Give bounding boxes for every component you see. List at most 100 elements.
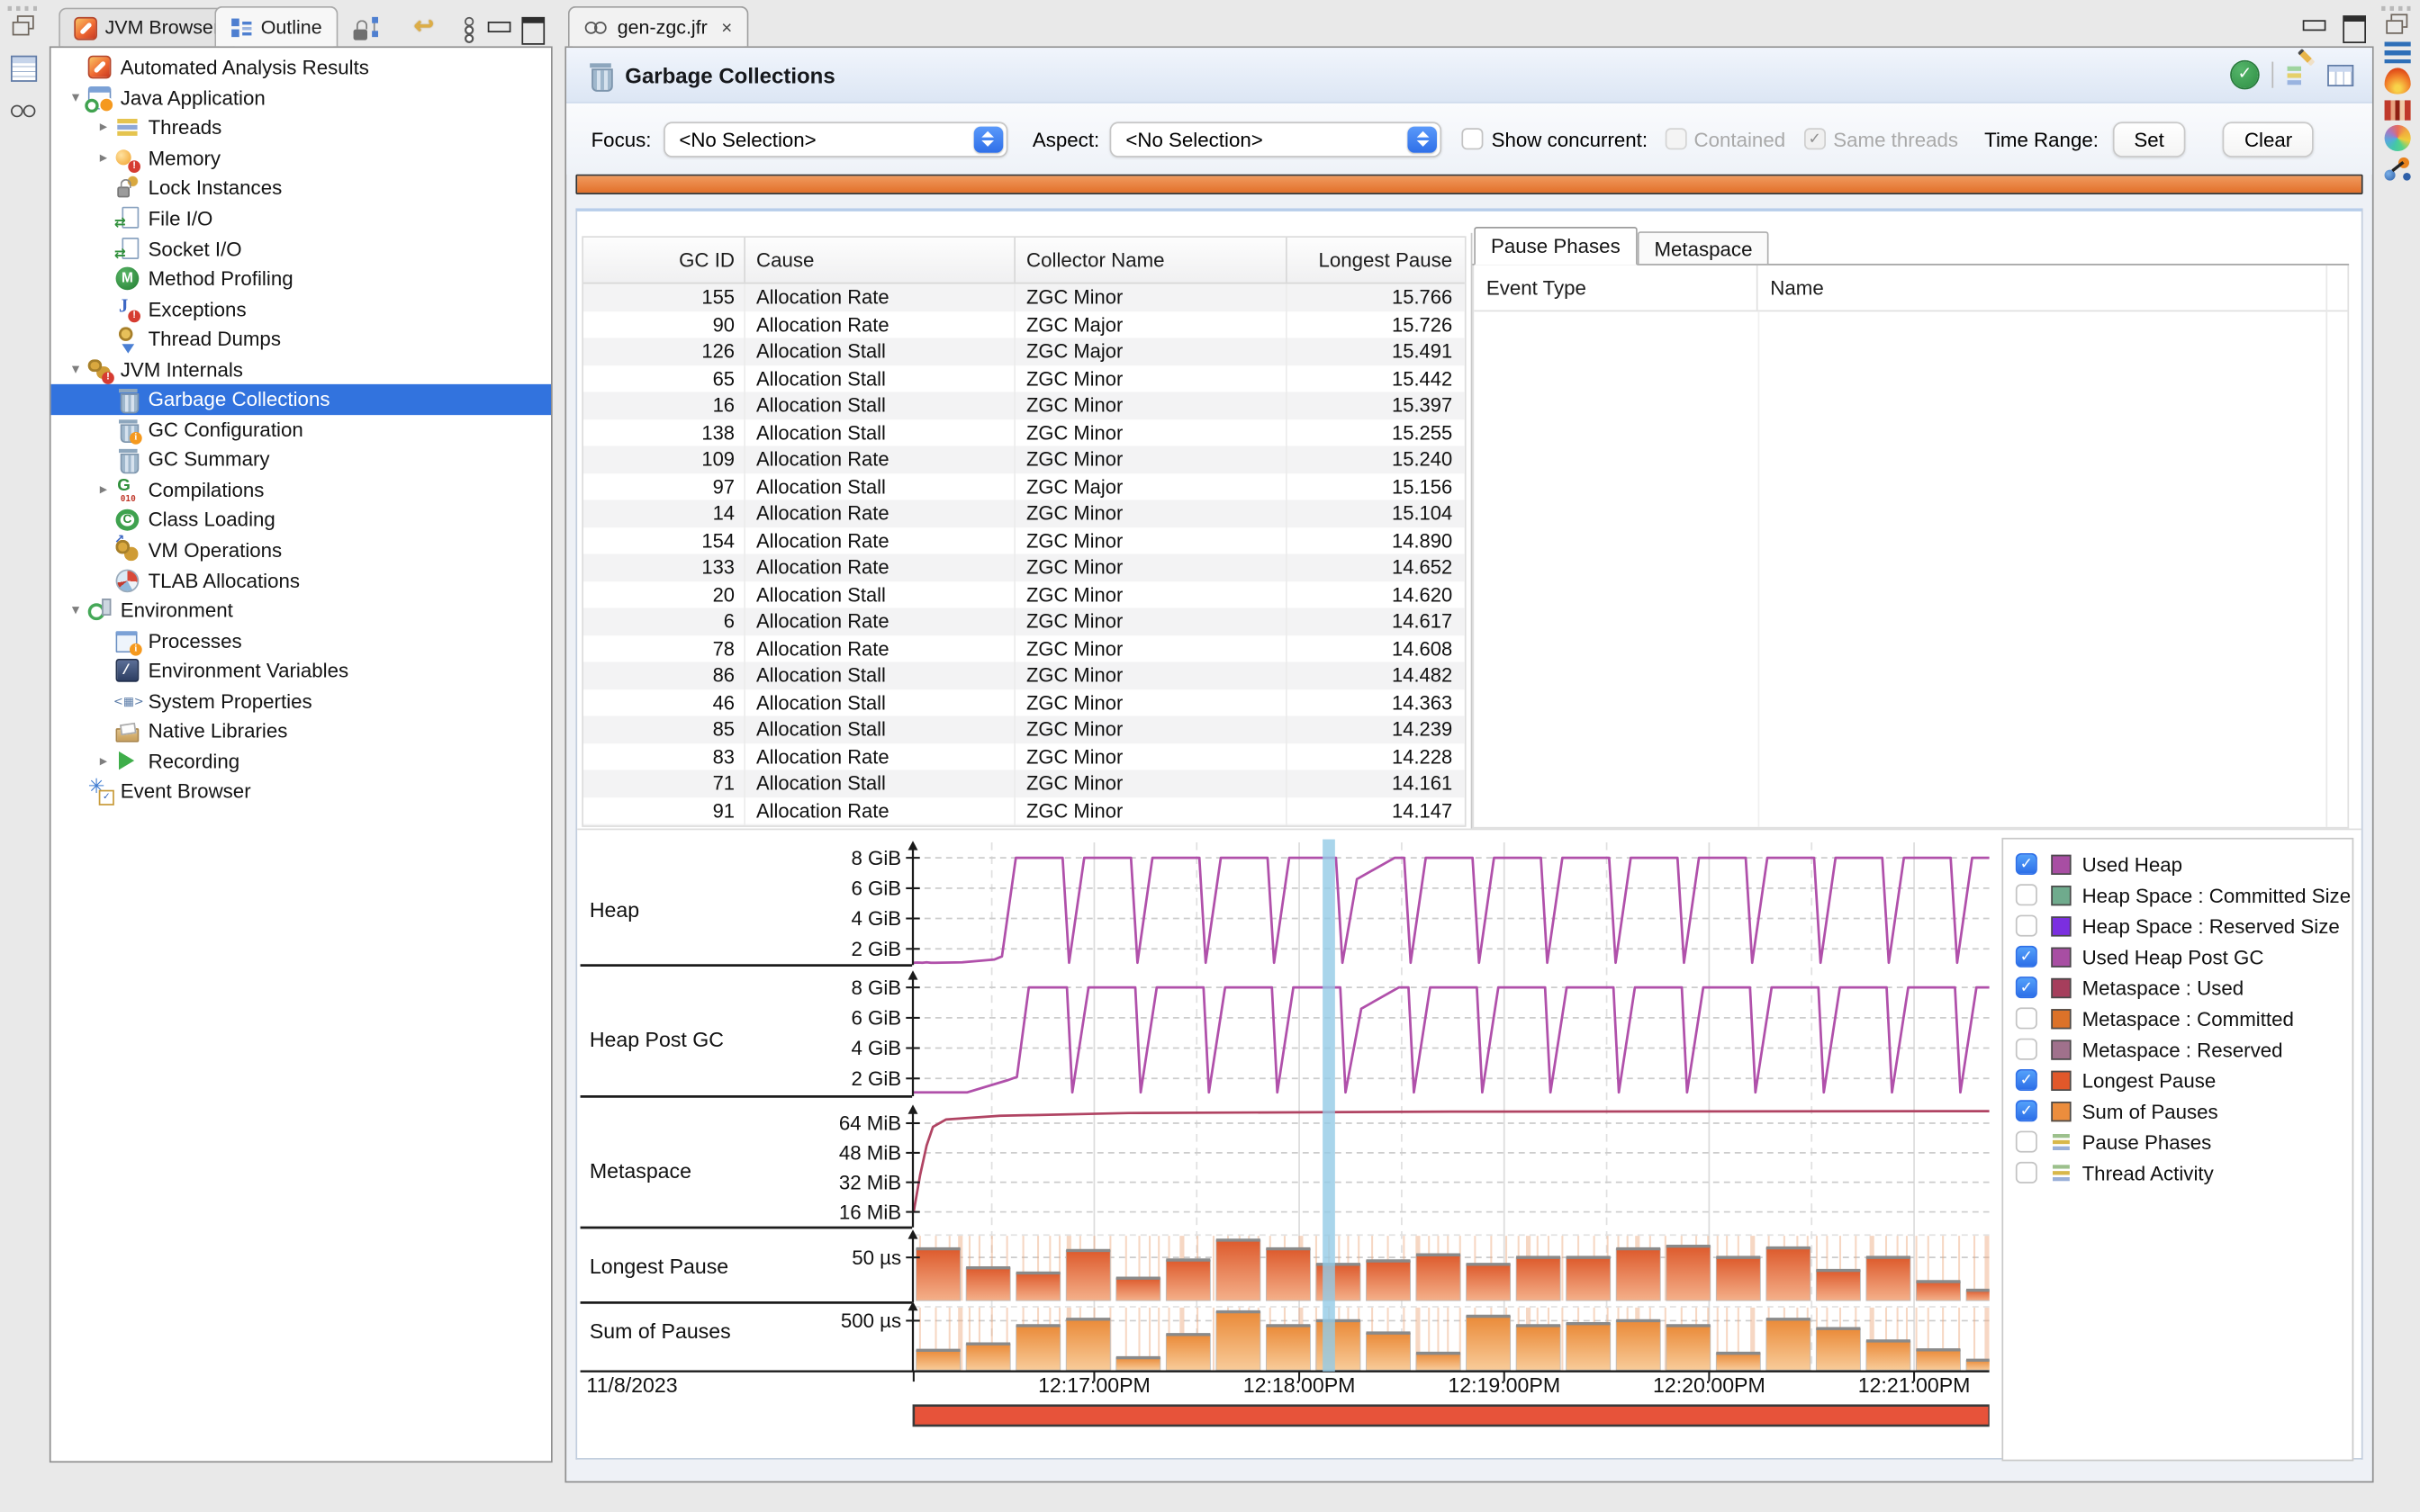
tree-item-tlab-allocations[interactable]: TLAB Allocations (51, 565, 551, 596)
chart-range-slider[interactable] (914, 1406, 1990, 1426)
gc-table-row[interactable]: 16Allocation StallZGC Minor15.397 (583, 392, 1465, 418)
legend-checkbox[interactable] (2016, 884, 2037, 905)
tree-item-gc-configuration[interactable]: GC Configuration (51, 414, 551, 445)
tree-item-garbage-collections[interactable]: Garbage Collections (51, 384, 551, 415)
detail-tab-pause-phases[interactable]: Pause Phases (1474, 227, 1637, 266)
gc-table-row[interactable]: 83Allocation RateZGC Minor14.228 (583, 742, 1465, 770)
gc-table-row[interactable]: 91Allocation RateZGC Minor14.147 (583, 796, 1465, 824)
restore-view-icon[interactable] (2385, 13, 2411, 39)
tab-jvm-browser[interactable]: JVM Browser (59, 8, 235, 47)
legend-checkbox[interactable] (2016, 946, 2037, 968)
minimize-editor-icon[interactable] (2299, 13, 2327, 40)
focus-select[interactable]: <No Selection> (664, 122, 1007, 157)
tree-item-socket-i-o[interactable]: Socket I/O (51, 233, 551, 264)
tree-item-java-application[interactable]: ▾Java Application (51, 83, 551, 113)
aspect-select[interactable]: <No Selection> (1110, 122, 1442, 157)
set-button[interactable]: Set (2112, 122, 2185, 157)
tree-item-environment-variables[interactable]: Environment Variables (51, 655, 551, 686)
gc-table-row[interactable]: 65Allocation StallZGC Minor15.442 (583, 364, 1465, 392)
maximize-view-icon[interactable] (519, 14, 546, 41)
tree-item-vm-operations[interactable]: VM Operations (51, 535, 551, 565)
gc-table-row[interactable]: 126Allocation StallZGC Major15.491 (583, 338, 1465, 364)
tree-item-system-properties[interactable]: System Properties (51, 686, 551, 716)
legend-checkbox[interactable] (2016, 1007, 2037, 1029)
detail-tab-metaspace[interactable]: Metaspace (1638, 231, 1770, 264)
gc-table-row[interactable]: 6Allocation RateZGC Minor14.617 (583, 608, 1465, 634)
gc-table-row[interactable]: 78Allocation RateZGC Minor14.608 (583, 634, 1465, 662)
dependency-view-icon[interactable] (2385, 156, 2411, 182)
chevron-closed-icon[interactable]: ▸ (91, 752, 115, 770)
tree-item-native-libraries[interactable]: Native Libraries (51, 716, 551, 746)
gc-timeline-chart[interactable]: Heap8 GiB6 GiB4 GiB2 GiBHeap Post GC8 Gi… (577, 833, 1990, 1466)
maximize-editor-icon[interactable] (2340, 13, 2368, 40)
restore-view-icon[interactable] (11, 14, 37, 40)
gc-table-row[interactable]: 97Allocation StallZGC Major15.156 (583, 472, 1465, 500)
legend-checkbox[interactable] (2016, 1069, 2037, 1091)
heatmap-view-icon[interactable] (2385, 100, 2411, 120)
horizontal-sash[interactable] (577, 829, 2361, 831)
tree-item-exceptions[interactable]: Exceptions (51, 293, 551, 324)
tree-item-lock-instances[interactable]: Lock Instances (51, 173, 551, 203)
tree-item-thread-dumps[interactable]: Thread Dumps (51, 324, 551, 355)
tree-item-event-browser[interactable]: Event Browser (51, 777, 551, 807)
chevron-open-icon[interactable]: ▾ (63, 602, 87, 619)
legend-checkbox[interactable] (2016, 1039, 2037, 1060)
close-tab-icon[interactable]: × (721, 16, 732, 38)
gc-table-row[interactable]: 20Allocation StallZGC Minor14.620 (583, 580, 1465, 608)
recording-view-icon[interactable] (11, 99, 37, 125)
gc-table-row[interactable]: 133Allocation RateZGC Minor14.652 (583, 554, 1465, 580)
gc-table-row[interactable]: 154Allocation RateZGC Minor14.890 (583, 526, 1465, 554)
tree-item-recording[interactable]: ▸Recording (51, 746, 551, 777)
chevron-closed-icon[interactable]: ▸ (91, 149, 115, 166)
gc-table-row[interactable]: 14Allocation RateZGC Minor15.104 (583, 500, 1465, 526)
legend-checkbox[interactable] (2016, 1162, 2037, 1184)
properties-view-icon[interactable] (2385, 41, 2411, 63)
column-header-gc-id[interactable]: GC ID (583, 238, 745, 283)
column-header-collector-name[interactable]: Collector Name (1016, 238, 1287, 283)
gc-table-row[interactable]: 46Allocation StallZGC Minor14.363 (583, 688, 1465, 716)
tree-item-processes[interactable]: Processes (51, 626, 551, 656)
legend-checkbox[interactable] (2016, 853, 2037, 875)
editor-tab-gen-zgc[interactable]: gen-zgc.jfr × (568, 6, 749, 47)
tree-item-automated-analysis-results[interactable]: Automated Analysis Results (51, 52, 551, 83)
tree-item-compilations[interactable]: ▸Compilations (51, 474, 551, 505)
time-range-selector[interactable] (575, 175, 2362, 194)
legend-checkbox[interactable] (2016, 1100, 2037, 1121)
gc-table-row[interactable]: 85Allocation StallZGC Minor14.239 (583, 716, 1465, 742)
view-menu-icon[interactable] (454, 14, 482, 41)
chevron-closed-icon[interactable]: ▸ (91, 120, 115, 137)
tree-item-file-i-o[interactable]: File I/O (51, 203, 551, 234)
column-header-longest-pause[interactable]: Longest Pause (1287, 238, 1465, 283)
lock-settings-icon[interactable] (352, 14, 380, 41)
gc-table-row[interactable]: 155Allocation RateZGC Minor15.766 (583, 284, 1465, 310)
minimize-view-icon[interactable] (484, 14, 512, 41)
column-header-name[interactable]: Name (1758, 276, 2348, 300)
gc-table-row[interactable]: 86Allocation StallZGC Minor14.482 (583, 662, 1465, 688)
tree-item-class-loading[interactable]: Class Loading (51, 505, 551, 536)
tab-outline[interactable]: Outline (214, 6, 337, 47)
column-header-cause[interactable]: Cause (745, 238, 1016, 283)
collapse-all-icon[interactable] (413, 14, 441, 41)
show-table-icon[interactable] (2327, 65, 2353, 86)
tree-item-memory[interactable]: ▸Memory (51, 143, 551, 174)
color-wheel-view-icon[interactable] (2385, 125, 2411, 151)
gc-table-row[interactable]: 71Allocation StallZGC Minor14.161 (583, 770, 1465, 796)
gc-table-row[interactable]: 109Allocation RateZGC Minor15.240 (583, 446, 1465, 472)
tree-item-threads[interactable]: ▸Threads (51, 112, 551, 143)
edit-rules-icon[interactable] (2288, 62, 2314, 88)
tree-item-environment[interactable]: ▾Environment (51, 595, 551, 626)
legend-checkbox[interactable] (2016, 915, 2037, 937)
tree-item-jvm-internals[interactable]: ▾JVM Internals (51, 354, 551, 384)
chevron-open-icon[interactable]: ▾ (63, 361, 87, 378)
column-header-event-type[interactable]: Event Type (1474, 266, 1757, 310)
gc-table-row[interactable]: 13Allocation RateZGC Minor14.133 (583, 824, 1465, 826)
show-concurrent-checkbox[interactable] (1462, 128, 1484, 149)
tree-item-method-profiling[interactable]: Method Profiling (51, 264, 551, 294)
scrollbar-track[interactable] (2325, 266, 2327, 827)
gc-table-row[interactable]: 90Allocation RateZGC Major15.726 (583, 310, 1465, 338)
legend-checkbox[interactable] (2016, 1131, 2037, 1153)
table-view-icon[interactable] (11, 56, 37, 82)
tree-item-gc-summary[interactable]: GC Summary (51, 445, 551, 475)
gc-table-row[interactable]: 138Allocation StallZGC Minor15.255 (583, 418, 1465, 446)
clear-button[interactable]: Clear (2223, 122, 2314, 157)
